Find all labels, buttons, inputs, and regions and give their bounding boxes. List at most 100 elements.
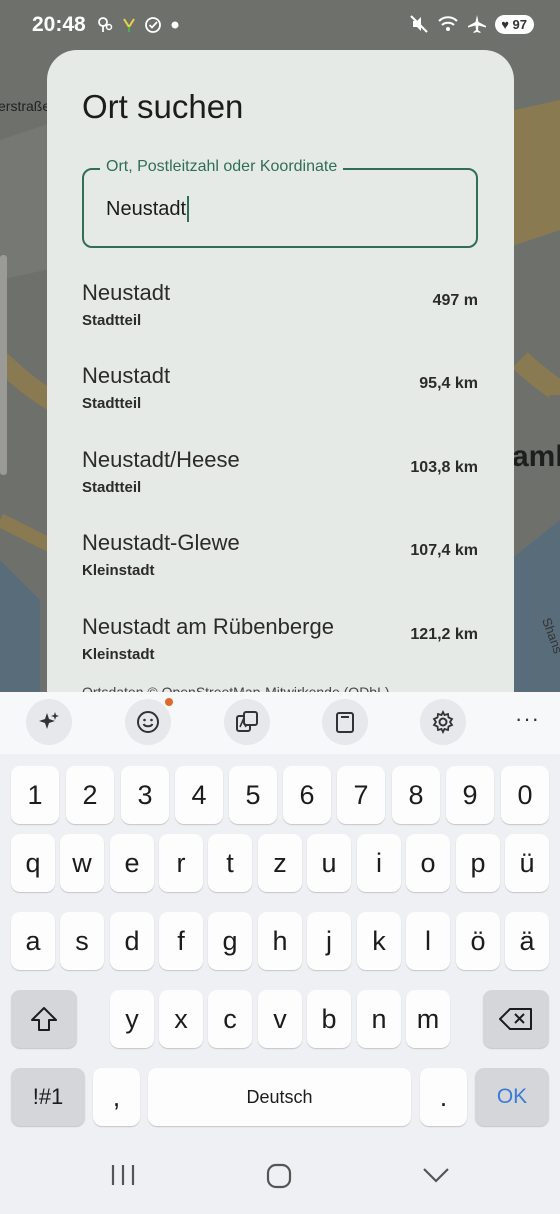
result-name: Neustadt bbox=[82, 363, 171, 388]
recent-apps-icon bbox=[111, 1165, 135, 1185]
key[interactable]: 7 bbox=[337, 766, 385, 824]
key[interactable]: ü bbox=[505, 834, 549, 892]
key[interactable]: r bbox=[159, 834, 203, 892]
result-type: Kleinstadt bbox=[82, 562, 155, 579]
key[interactable]: x bbox=[159, 990, 203, 1048]
key[interactable]: b bbox=[307, 990, 351, 1048]
airplane-icon bbox=[468, 15, 487, 33]
home-button[interactable] bbox=[264, 1162, 294, 1190]
key[interactable]: 8 bbox=[392, 766, 440, 824]
key[interactable]: ö bbox=[456, 912, 500, 970]
result-item[interactable]: Neustadt-Glewe Kleinstadt 107,4 km bbox=[82, 530, 478, 600]
key[interactable]: 6 bbox=[283, 766, 331, 824]
key[interactable]: f bbox=[159, 912, 203, 970]
result-distance: 121,2 km bbox=[410, 626, 478, 643]
key[interactable]: p bbox=[456, 834, 500, 892]
key[interactable]: k bbox=[357, 912, 401, 970]
key[interactable]: y bbox=[110, 990, 154, 1048]
sparkle-icon bbox=[39, 712, 59, 729]
key[interactable]: 1 bbox=[11, 766, 59, 824]
result-distance: 95,4 km bbox=[419, 375, 478, 392]
key[interactable]: d bbox=[110, 912, 154, 970]
key[interactable]: z bbox=[258, 834, 302, 892]
back-button[interactable] bbox=[420, 1162, 452, 1188]
key[interactable]: c bbox=[208, 990, 252, 1048]
search-field-label: Ort, Postleitzahl oder Koordinate bbox=[100, 158, 344, 176]
gear-icon bbox=[432, 710, 454, 734]
key[interactable]: 5 bbox=[229, 766, 277, 824]
key[interactable]: g bbox=[208, 912, 252, 970]
result-name: Neustadt/Heese bbox=[82, 447, 240, 472]
key[interactable]: j bbox=[307, 912, 351, 970]
mute-icon bbox=[410, 15, 428, 33]
key[interactable]: q bbox=[11, 834, 55, 892]
result-item[interactable]: Neustadt/Heese Stadtteil 103,8 km bbox=[82, 447, 478, 517]
result-distance: 107,4 km bbox=[410, 542, 478, 559]
period-key[interactable]: . bbox=[420, 1068, 467, 1126]
key[interactable]: 9 bbox=[446, 766, 494, 824]
clipboard-icon bbox=[336, 712, 354, 733]
backspace-icon bbox=[499, 1008, 532, 1030]
key[interactable]: a bbox=[11, 912, 55, 970]
result-item[interactable]: Neustadt Stadtteil 95,4 km bbox=[82, 363, 478, 433]
key[interactable]: 2 bbox=[66, 766, 114, 824]
emoji-button[interactable] bbox=[125, 698, 173, 745]
translate-button[interactable] bbox=[224, 699, 270, 745]
text-cursor bbox=[187, 196, 190, 222]
result-name: Neustadt bbox=[82, 280, 171, 305]
key[interactable]: ä bbox=[505, 912, 549, 970]
result-type: Stadtteil bbox=[82, 479, 142, 496]
ai-tools-button[interactable] bbox=[26, 699, 72, 745]
search-field[interactable]: Ort, Postleitzahl oder Koordinate Neusta… bbox=[82, 158, 478, 248]
result-type: Stadtteil bbox=[82, 395, 142, 412]
settings-button[interactable] bbox=[420, 699, 466, 745]
result-distance: 103,8 km bbox=[410, 459, 478, 476]
recent-apps-button[interactable] bbox=[108, 1162, 138, 1188]
shift-key[interactable] bbox=[11, 990, 77, 1048]
ok-key[interactable]: OK bbox=[475, 1068, 549, 1126]
battery-icon: ♥ bbox=[501, 16, 509, 32]
key[interactable]: i bbox=[357, 834, 401, 892]
result-type: Kleinstadt bbox=[82, 646, 155, 663]
key[interactable]: 4 bbox=[175, 766, 223, 824]
battery-indicator: ♥ 97 bbox=[495, 14, 534, 34]
search-dialog: Ort suchen Ort, Postleitzahl oder Koordi… bbox=[47, 50, 514, 710]
key[interactable]: w bbox=[60, 834, 104, 892]
search-input[interactable]: Neustadt bbox=[106, 198, 186, 221]
result-item[interactable]: Neustadt am Rübenberge Kleinstadt 121,2 … bbox=[82, 614, 478, 684]
backspace-key[interactable] bbox=[483, 990, 549, 1048]
key[interactable]: 0 bbox=[501, 766, 549, 824]
key[interactable]: o bbox=[406, 834, 450, 892]
key[interactable]: s bbox=[60, 912, 104, 970]
shift-icon bbox=[31, 1007, 57, 1031]
key[interactable]: u bbox=[307, 834, 351, 892]
clipboard-button[interactable] bbox=[322, 699, 368, 745]
app-notification-icon bbox=[123, 18, 135, 32]
result-item[interactable]: Neustadt Stadtteil 497 m bbox=[82, 280, 478, 350]
dot-icon bbox=[171, 21, 179, 29]
key[interactable]: e bbox=[110, 834, 154, 892]
symbols-key[interactable]: !#1 bbox=[11, 1068, 85, 1126]
key[interactable]: h bbox=[258, 912, 302, 970]
more-options-button[interactable]: ··· bbox=[515, 706, 540, 732]
home-icon bbox=[266, 1163, 292, 1189]
key[interactable]: t bbox=[208, 834, 252, 892]
key[interactable]: m bbox=[406, 990, 450, 1048]
keyboard-toolbar: ··· bbox=[0, 692, 560, 754]
chevron-down-icon bbox=[423, 1168, 449, 1183]
comma-key[interactable]: , bbox=[93, 1068, 140, 1126]
check-circle-icon bbox=[145, 17, 161, 33]
battery-level: 97 bbox=[512, 16, 527, 32]
result-name: Neustadt-Glewe bbox=[82, 530, 240, 555]
space-key[interactable]: Deutsch bbox=[148, 1068, 411, 1126]
result-name: Neustadt am Rübenberge bbox=[82, 614, 334, 639]
translate-icon bbox=[236, 711, 258, 732]
map-street-label: erstraße bbox=[0, 98, 51, 114]
emoji-icon bbox=[137, 711, 159, 733]
notification-dot bbox=[165, 698, 173, 706]
key[interactable]: 3 bbox=[121, 766, 169, 824]
key[interactable]: n bbox=[357, 990, 401, 1048]
key[interactable]: l bbox=[406, 912, 450, 970]
wifi-icon bbox=[438, 16, 458, 31]
key[interactable]: v bbox=[258, 990, 302, 1048]
